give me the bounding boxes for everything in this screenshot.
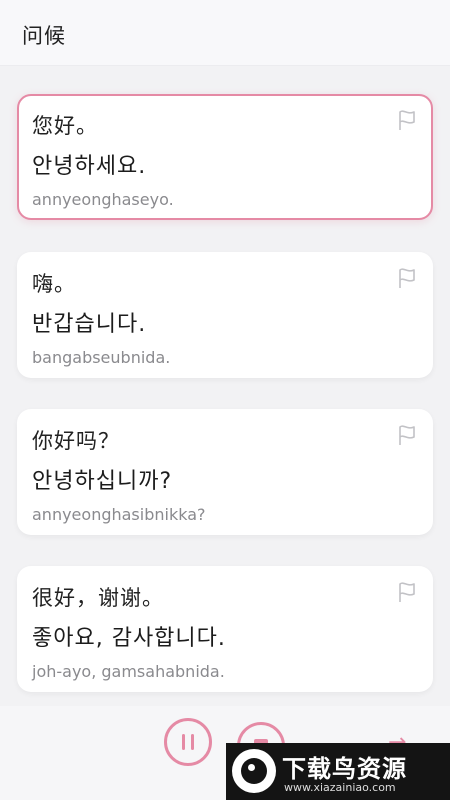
phrase-korean: 좋아요, 감사합니다.	[32, 626, 226, 651]
phrase-korean: 반갑습니다.	[32, 312, 147, 337]
watermark-banner: 下载鸟资源 www.xiazainiao.com	[226, 743, 450, 800]
phrase-korean: 안녕하십니까?	[32, 469, 173, 494]
page-title: 问候	[22, 24, 66, 48]
watermark-url: www.xiazainiao.com	[284, 781, 396, 794]
phrase-card[interactable]: 很好，谢谢。 좋아요, 감사합니다. joh-ayo, gamsahabnida…	[17, 566, 433, 692]
bird-logo-icon	[232, 749, 276, 793]
phrase-chinese: 很好，谢谢。	[32, 586, 164, 610]
phrase-korean: 안녕하세요.	[32, 154, 147, 179]
phrase-card[interactable]: 您好。 안녕하세요. annyeonghaseyo.	[17, 94, 433, 220]
phrase-chinese: 您好。	[32, 114, 98, 138]
phrase-card[interactable]: 嗨。 반갑습니다. bangabseubnida.	[17, 252, 433, 378]
bookmark-flag-icon[interactable]	[395, 266, 419, 290]
bookmark-flag-icon[interactable]	[395, 108, 419, 132]
watermark-title: 下载鸟资源	[282, 755, 407, 783]
phrase-chinese: 你好吗？	[32, 429, 120, 453]
phrase-romanization: joh-ayo, gamsahabnida.	[32, 662, 225, 681]
phrase-romanization: bangabseubnida.	[32, 348, 171, 367]
bookmark-flag-icon[interactable]	[395, 580, 419, 604]
phrase-card[interactable]: 你好吗？ 안녕하십니까? annyeonghasibnikka?	[17, 409, 433, 535]
pause-button[interactable]	[164, 718, 212, 766]
bookmark-flag-icon[interactable]	[395, 423, 419, 447]
phrase-chinese: 嗨。	[32, 272, 76, 296]
phrase-romanization: annyeonghasibnikka?	[32, 505, 206, 524]
phrase-romanization: annyeonghaseyo.	[32, 190, 174, 209]
app-header: 问候	[0, 0, 450, 66]
